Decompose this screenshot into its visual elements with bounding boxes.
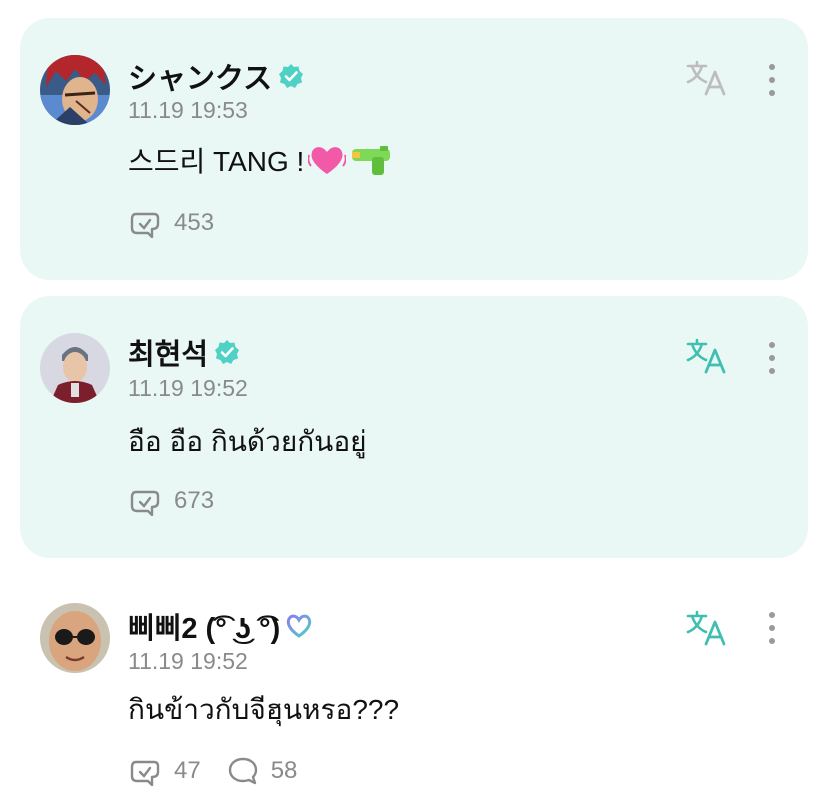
username-row: 삐삐2 (͡° ͜ʖ ͡°)	[128, 605, 312, 647]
timestamp: 11.19 19:52	[128, 648, 248, 674]
post-stats: 673	[128, 486, 240, 516]
avatar[interactable]	[40, 333, 110, 403]
post-stats: 47 58	[128, 756, 323, 786]
timestamp: 11.19 19:52	[128, 375, 248, 401]
more-options-icon[interactable]	[762, 62, 782, 98]
translate-icon[interactable]	[684, 608, 728, 648]
username[interactable]: 삐삐2 (͡° ͜ʖ ͡°)	[128, 605, 280, 647]
comment-button[interactable]: 58	[227, 756, 298, 786]
username[interactable]: シャンクス	[128, 55, 272, 97]
verified-badge-icon	[215, 340, 240, 364]
comment-count: 58	[270, 757, 298, 784]
post-card[interactable]: 삐삐2 (͡° ͜ʖ ͡°) 11.19 19:52 กินข้าวกับจีฮ…	[20, 572, 808, 807]
username-row: 최현석	[128, 331, 240, 373]
post-text-content: กินข้าวกับจีฮุนหรอ???	[128, 694, 400, 725]
repost-icon	[130, 490, 160, 516]
repost-icon	[130, 760, 160, 786]
username-row: シャンクス	[128, 55, 304, 97]
post-text: อือ อือ กินด้วยกันอยู่	[128, 420, 367, 464]
post-card[interactable]: 최현석 11.19 19:52 อือ อือ กินด้วยกันอยู่ 6…	[20, 296, 808, 558]
post-text-content: 스드리 TANG !	[128, 146, 305, 177]
repost-icon	[130, 212, 160, 238]
post-text: 스드리 TANG !	[128, 140, 392, 180]
repost-button[interactable]: 47	[128, 756, 201, 786]
repost-count: 453	[174, 209, 215, 236]
post-card[interactable]: シャンクス 11.19 19:53 스드리 TANG ! 453	[20, 18, 808, 280]
water-pistol-icon	[352, 146, 391, 175]
timestamp: 11.19 19:53	[128, 97, 248, 123]
more-options-icon[interactable]	[762, 610, 782, 646]
post-text: กินข้าวกับจีฮุนหรอ???	[128, 688, 399, 732]
avatar[interactable]	[40, 55, 110, 125]
comment-icon	[228, 757, 257, 785]
more-options-icon[interactable]	[762, 340, 782, 376]
translate-icon[interactable]	[684, 336, 728, 376]
repost-button[interactable]: 673	[128, 486, 214, 516]
username[interactable]: 최현석	[128, 331, 208, 373]
heart-badge-icon	[287, 614, 312, 638]
heart-icon	[308, 147, 347, 174]
post-text-content: อือ อือ กินด้วยกันอยู่	[128, 426, 367, 457]
repost-count: 673	[174, 487, 215, 514]
repost-count: 47	[174, 757, 201, 784]
avatar[interactable]	[40, 603, 110, 673]
translate-icon[interactable]	[684, 58, 728, 98]
verified-badge-icon	[279, 64, 304, 88]
post-stats: 453	[128, 208, 240, 238]
repost-button[interactable]: 453	[128, 208, 214, 238]
